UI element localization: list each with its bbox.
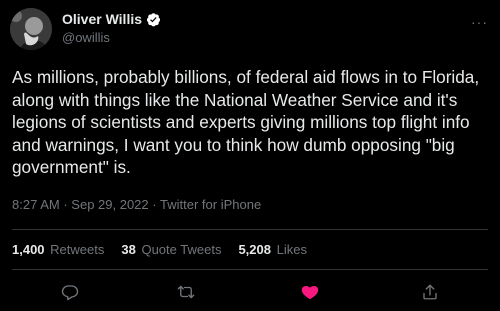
like-button[interactable] [300, 282, 320, 302]
tweet-meta: 8:27 AM · Sep 29, 2022 · Twitter for iPh… [12, 197, 261, 212]
likes-count: 5,208 [238, 242, 271, 257]
more-options-icon[interactable]: ··· [471, 14, 488, 30]
share-button[interactable] [420, 282, 440, 302]
handle[interactable]: @owillis [62, 30, 161, 45]
meta-separator: · [63, 197, 68, 212]
quote-tweets-label: Quote Tweets [141, 242, 222, 257]
retweet-button[interactable] [176, 282, 196, 302]
retweets-stat[interactable]: 1,400 Retweets [12, 242, 104, 257]
action-bar [0, 282, 500, 304]
display-name[interactable]: Oliver Willis [62, 11, 142, 27]
reply-button[interactable] [60, 282, 80, 302]
share-icon [423, 284, 437, 300]
retweets-count: 1,400 [12, 242, 45, 257]
divider [12, 229, 488, 230]
retweets-label: Retweets [50, 242, 105, 257]
verified-badge-icon [146, 12, 161, 26]
likes-label: Likes [276, 242, 307, 257]
divider [12, 269, 488, 270]
reply-icon [61, 285, 79, 301]
tweet-source[interactable]: Twitter for iPhone [160, 197, 261, 212]
tweet-text: As millions, probably billions, of feder… [12, 67, 480, 177]
quote-tweets-stat[interactable]: 38 Quote Tweets [121, 242, 221, 257]
avatar-photo [10, 8, 52, 50]
retweet-icon [177, 285, 195, 299]
author-block: Oliver Willis @owillis [62, 11, 161, 45]
quote-tweets-count: 38 [121, 242, 136, 257]
meta-separator: · [152, 197, 157, 212]
tweet-time[interactable]: 8:27 AM [12, 197, 60, 212]
likes-stat[interactable]: 5,208 Likes [238, 242, 307, 257]
tweet-card: Oliver Willis @owillis ··· As millions, … [0, 0, 500, 311]
heart-icon [301, 285, 319, 300]
avatar[interactable] [10, 8, 52, 50]
engagement-stats: 1,400 Retweets 38 Quote Tweets 5,208 Lik… [12, 242, 324, 257]
tweet-date[interactable]: Sep 29, 2022 [71, 197, 148, 212]
